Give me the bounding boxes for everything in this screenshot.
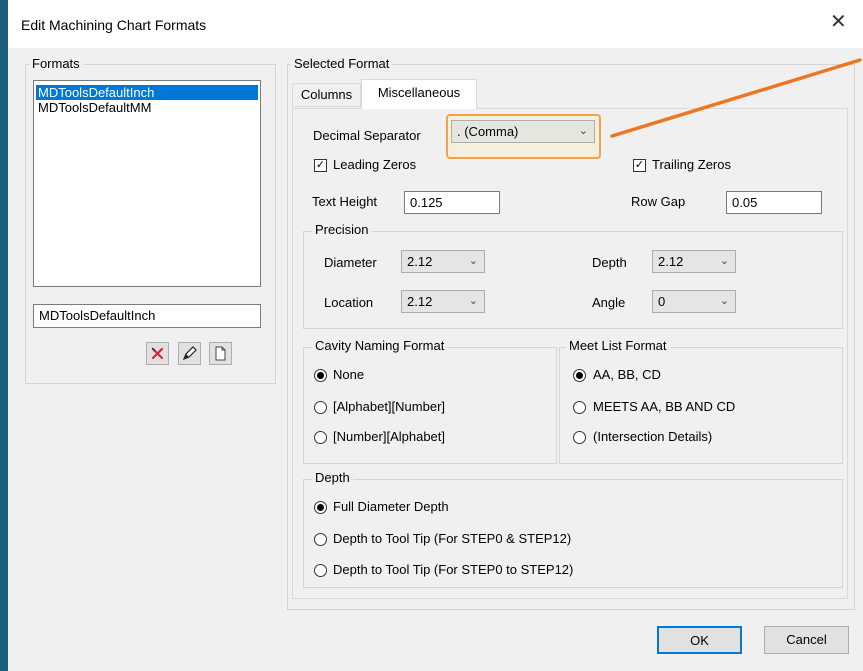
diameter-dropdown[interactable]: 2.12 ⌄ <box>401 250 485 273</box>
edit-machining-chart-formats-dialog: Edit Machining Chart Formats ✕ Formats M… <box>8 0 863 671</box>
location-value: 2.12 <box>407 294 433 309</box>
meet-meets-radio[interactable] <box>573 401 586 414</box>
chevron-down-icon: ⌄ <box>719 255 729 267</box>
location-label: Location <box>324 295 374 310</box>
delete-icon <box>151 347 164 360</box>
depth-value: 2.12 <box>658 254 684 269</box>
row-gap-label: Row Gap <box>631 194 686 209</box>
cavity-option-label: None <box>333 367 365 382</box>
edit-button[interactable] <box>178 342 201 365</box>
depth-option-label: Depth to Tool Tip (For STEP0 to STEP12) <box>333 562 574 577</box>
depth-option-label: Depth to Tool Tip (For STEP0 & STEP12) <box>333 531 572 546</box>
cavity-naming-label: Cavity Naming Format <box>312 339 448 353</box>
edit-pencil-icon <box>182 346 197 361</box>
depth-full-diameter-radio[interactable] <box>314 501 327 514</box>
decimal-separator-label: Decimal Separator <box>313 128 421 143</box>
tab-columns-label: Columns <box>300 87 353 102</box>
text-height-input[interactable]: 0.125 <box>404 191 500 214</box>
window-title: Edit Machining Chart Formats <box>21 17 207 33</box>
meet-list-label: Meet List Format <box>566 339 670 353</box>
location-dropdown[interactable]: 2.12 ⌄ <box>401 290 485 313</box>
new-document-icon <box>215 346 226 361</box>
depth-group-label: Depth <box>312 471 353 485</box>
cavity-option-label: [Number][Alphabet] <box>333 429 446 444</box>
ok-button-label: OK <box>690 633 709 648</box>
diameter-label: Diameter <box>324 255 377 270</box>
tab-miscellaneous-label: Miscellaneous <box>377 85 461 100</box>
formats-group-label: Formats <box>29 57 83 71</box>
leading-zeros-checkbox[interactable]: ✓ <box>314 159 327 172</box>
selected-format-label: Selected Format <box>291 57 393 71</box>
title-bar: Edit Machining Chart Formats ✕ <box>8 0 863 48</box>
close-icon[interactable]: ✕ <box>830 12 847 32</box>
angle-dropdown[interactable]: 0 ⌄ <box>652 290 736 313</box>
cancel-button-label: Cancel <box>786 632 827 647</box>
depth-tool-tip-and-radio[interactable] <box>314 533 327 546</box>
format-name-input[interactable]: MDToolsDefaultInch <box>33 304 261 328</box>
cavity-none-radio[interactable] <box>314 369 327 382</box>
cavity-option-label: [Alphabet][Number] <box>333 399 446 414</box>
chevron-down-icon: ⌄ <box>468 255 478 267</box>
precision-group <box>303 231 843 329</box>
trailing-zeros-checkbox[interactable]: ✓ <box>633 159 646 172</box>
depth-tool-tip-to-radio[interactable] <box>314 564 327 577</box>
decimal-separator-value: . (Comma) <box>457 124 519 139</box>
tab-miscellaneous[interactable]: Miscellaneous <box>361 79 477 109</box>
cavity-alpha-number-radio[interactable] <box>314 401 327 414</box>
depth-option-label: Full Diameter Depth <box>333 499 449 514</box>
diameter-value: 2.12 <box>407 254 433 269</box>
meet-option-label: AA, BB, CD <box>593 367 661 382</box>
decimal-separator-dropdown[interactable]: . (Comma) ⌄ <box>451 120 595 143</box>
chevron-down-icon: ⌄ <box>719 295 729 307</box>
depth-label: Depth <box>592 255 627 270</box>
precision-label: Precision <box>312 223 372 237</box>
list-item[interactable]: MDToolsDefaultInch <box>36 85 258 100</box>
new-button[interactable] <box>209 342 232 365</box>
angle-value: 0 <box>658 294 666 309</box>
chevron-down-icon: ⌄ <box>578 125 588 137</box>
trailing-zeros-label: Trailing Zeros <box>652 157 731 172</box>
chevron-down-icon: ⌄ <box>468 295 478 307</box>
cancel-button[interactable]: Cancel <box>764 626 849 654</box>
ok-button[interactable]: OK <box>657 626 742 654</box>
formats-listbox[interactable]: MDToolsDefaultInch MDToolsDefaultMM <box>33 80 261 287</box>
text-height-label: Text Height <box>312 194 378 209</box>
delete-button[interactable] <box>146 342 169 365</box>
row-gap-input[interactable]: 0.05 <box>726 191 822 214</box>
tab-columns[interactable]: Columns <box>292 83 361 107</box>
leading-zeros-label: Leading Zeros <box>333 157 417 172</box>
angle-label: Angle <box>592 295 626 310</box>
callout-arrow <box>610 58 862 138</box>
meet-aa-bb-cd-radio[interactable] <box>573 369 586 382</box>
meet-option-label: MEETS AA, BB AND CD <box>593 399 736 414</box>
meet-intersection-radio[interactable] <box>573 431 586 444</box>
list-item[interactable]: MDToolsDefaultMM <box>36 100 258 115</box>
cavity-number-alpha-radio[interactable] <box>314 431 327 444</box>
meet-option-label: (Intersection Details) <box>593 429 713 444</box>
depth-dropdown[interactable]: 2.12 ⌄ <box>652 250 736 273</box>
